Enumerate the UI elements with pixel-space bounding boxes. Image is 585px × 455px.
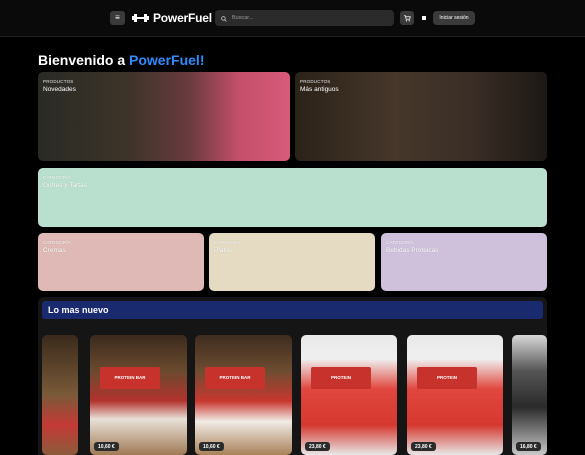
brand-logo[interactable]: PowerFuel	[132, 10, 212, 26]
product-carousel[interactable]: PROTEIN BAR 10,60 € PROTEIN BAR 10,60 € …	[42, 335, 547, 455]
product-card[interactable]: PROTEIN 23,80 €	[407, 335, 503, 455]
card-novedades[interactable]: PRODUCTOS Novedades	[38, 72, 290, 161]
card-title: Novedades	[43, 86, 76, 93]
card-title: Más antiguos	[300, 86, 339, 93]
card-label: PRODUCTOS Más antiguos	[300, 79, 339, 93]
welcome-prefix: Bienvenido a	[38, 52, 130, 68]
card-label: CATEGORÍA Gofres y Tartas	[43, 175, 87, 189]
search-bar[interactable]	[215, 10, 394, 26]
card-title: Bebidas Proteicas	[386, 247, 439, 254]
card-mas-antiguos[interactable]: PRODUCTOS Más antiguos	[295, 72, 547, 161]
product-card[interactable]: 16,80 €	[512, 335, 547, 455]
brand-name: PowerFuel	[153, 11, 212, 25]
menu-button[interactable]: ≡	[110, 11, 125, 25]
section-title: Lo mas nuevo	[42, 301, 543, 319]
card-kicker: PRODUCTOS	[300, 79, 331, 84]
price-badge: 23,80 €	[305, 442, 330, 451]
product-card[interactable]	[42, 335, 78, 455]
top-navbar: ≡ PowerFuel Iniciar sesión	[0, 0, 585, 37]
welcome-brand: PowerFuel!	[129, 52, 205, 68]
cart-icon	[403, 9, 411, 27]
theme-toggle[interactable]	[422, 16, 426, 20]
card-platos[interactable]: CATEGORÍA Platos	[209, 233, 375, 291]
product-box-label: PROTEIN	[417, 367, 477, 389]
product-card[interactable]: PROTEIN BAR 10,60 €	[90, 335, 187, 455]
login-button[interactable]: Iniciar sesión	[433, 11, 475, 25]
card-kicker: PRODUCTOS	[43, 79, 74, 84]
card-kicker: CATEGORÍA	[43, 175, 71, 180]
card-label: CATEGORÍA Cremas	[43, 240, 71, 254]
price-badge: 10,60 €	[94, 442, 119, 451]
search-input[interactable]	[232, 15, 382, 21]
product-box-label: PROTEIN	[311, 367, 371, 389]
card-label: CATEGORÍA Platos	[214, 240, 242, 254]
card-kicker: CATEGORÍA	[386, 240, 414, 245]
card-title: Cremas	[43, 247, 66, 254]
product-card[interactable]: PROTEIN 23,80 €	[301, 335, 397, 455]
price-badge: 23,80 €	[411, 442, 436, 451]
card-title: Gofres y Tartas	[43, 182, 87, 189]
cart-button[interactable]	[400, 11, 414, 25]
search-icon	[221, 9, 227, 27]
product-card[interactable]: PROTEIN BAR 10,60 €	[195, 335, 292, 455]
dumbbell-icon	[132, 13, 149, 23]
price-badge: 16,80 €	[516, 442, 541, 451]
card-bebidas-proteicas[interactable]: CATEGORÍA Bebidas Proteicas	[381, 233, 547, 291]
card-kicker: CATEGORÍA	[214, 240, 242, 245]
card-title: Platos	[214, 247, 233, 254]
price-badge: 10,60 €	[199, 442, 224, 451]
card-cremas[interactable]: CATEGORÍA Cremas	[38, 233, 204, 291]
product-box-label: PROTEIN BAR	[100, 367, 160, 389]
card-kicker: CATEGORÍA	[43, 240, 71, 245]
page-title: Bienvenido a PowerFuel!	[38, 52, 205, 68]
newest-products-section: Lo mas nuevo PROTEIN BAR 10,60 € PROTEIN…	[38, 297, 547, 455]
card-label: PRODUCTOS Novedades	[43, 79, 76, 93]
product-box-label: PROTEIN BAR	[205, 367, 265, 389]
card-label: CATEGORÍA Bebidas Proteicas	[386, 240, 438, 254]
hamburger-icon: ≡	[115, 13, 120, 22]
card-gofres-y-tartas[interactable]: CATEGORÍA Gofres y Tartas	[38, 168, 547, 227]
